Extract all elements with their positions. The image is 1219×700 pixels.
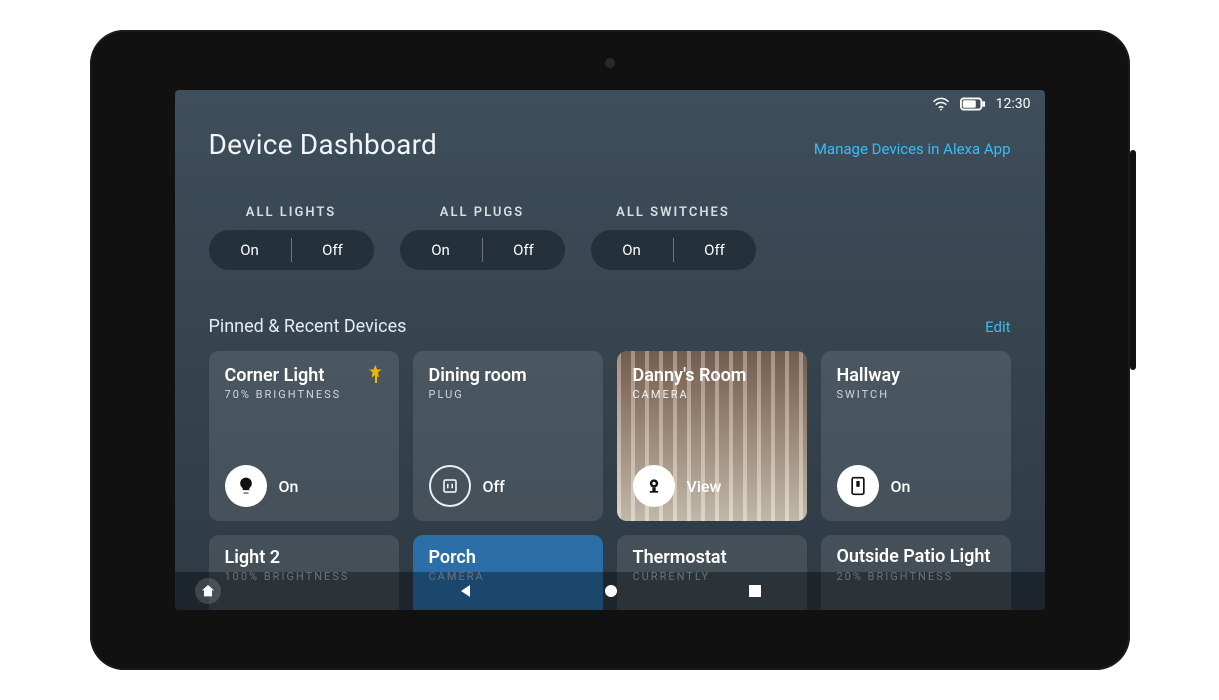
plug-icon[interactable] — [429, 465, 471, 507]
all-plugs-off-button[interactable]: Off — [483, 230, 565, 270]
camera-icon[interactable] — [633, 465, 675, 507]
home-chip-icon[interactable] — [195, 578, 221, 604]
toggle-all-plugs: On Off — [400, 230, 565, 270]
nav-back-icon[interactable] — [458, 583, 474, 599]
group-label: ALL SWITCHES — [616, 205, 730, 220]
device-state: On — [891, 477, 911, 496]
device-state: On — [279, 477, 299, 496]
all-lights-off-button[interactable]: Off — [292, 230, 374, 270]
device-card-hallway[interactable]: Hallway SWITCH On — [821, 351, 1011, 521]
group-label: ALL LIGHTS — [246, 205, 336, 220]
device-card-corner-light[interactable]: Corner Light 70% BRIGHTNESS On — [209, 351, 399, 521]
edit-pinned-link[interactable]: Edit — [985, 318, 1010, 336]
tablet-frame: 12:30 Device Dashboard Manage Devices in… — [90, 30, 1130, 670]
pinned-section-title: Pinned & Recent Devices — [209, 316, 407, 337]
screen: 12:30 Device Dashboard Manage Devices in… — [175, 90, 1045, 610]
device-name: Hallway — [837, 365, 901, 386]
device-name: Thermostat — [633, 547, 791, 568]
manage-devices-link[interactable]: Manage Devices in Alexa App — [814, 140, 1011, 158]
all-switches-off-button[interactable]: Off — [674, 230, 756, 270]
group-all-lights: ALL LIGHTS On Off — [209, 205, 374, 270]
group-label: ALL PLUGS — [440, 205, 524, 220]
device-name: Light 2 — [225, 547, 383, 568]
device-card-dining-room[interactable]: Dining room PLUG Off — [413, 351, 603, 521]
device-state: View — [687, 477, 722, 496]
switch-icon[interactable] — [837, 465, 879, 507]
device-name: Dining room — [429, 365, 527, 386]
all-lights-on-button[interactable]: On — [209, 230, 291, 270]
status-bar: 12:30 — [932, 96, 1031, 112]
device-subtitle: SWITCH — [837, 388, 901, 401]
device-cards-row-1: Corner Light 70% BRIGHTNESS On — [209, 351, 1011, 521]
device-name: Danny's Room — [633, 365, 747, 386]
toggle-all-switches: On Off — [591, 230, 756, 270]
status-time: 12:30 — [996, 96, 1031, 112]
device-name: Outside Patio Light — [837, 547, 995, 568]
system-nav-bar — [175, 572, 1045, 610]
device-subtitle: PLUG — [429, 388, 527, 401]
bulb-icon[interactable] — [225, 465, 267, 507]
device-name: Corner Light — [225, 365, 342, 386]
group-controls: ALL LIGHTS On Off ALL PLUGS On Off — [209, 205, 1011, 270]
battery-icon — [960, 97, 986, 111]
all-plugs-on-button[interactable]: On — [400, 230, 482, 270]
device-state: Off — [483, 477, 505, 496]
group-all-plugs: ALL PLUGS On Off — [400, 205, 565, 270]
device-name: Porch — [429, 547, 587, 568]
all-switches-on-button[interactable]: On — [591, 230, 673, 270]
front-camera — [605, 58, 615, 68]
toggle-all-lights: On Off — [209, 230, 374, 270]
device-subtitle: CAMERA — [633, 388, 747, 401]
device-card-dannys-room[interactable]: Danny's Room CAMERA View — [617, 351, 807, 521]
wifi-icon — [932, 97, 950, 111]
device-subtitle: 70% BRIGHTNESS — [225, 388, 342, 401]
nav-recents-icon[interactable] — [748, 584, 762, 598]
pin-icon — [369, 365, 383, 387]
nav-home-icon[interactable] — [604, 584, 618, 598]
page-title: Device Dashboard — [209, 128, 438, 161]
group-all-switches: ALL SWITCHES On Off — [591, 205, 756, 270]
